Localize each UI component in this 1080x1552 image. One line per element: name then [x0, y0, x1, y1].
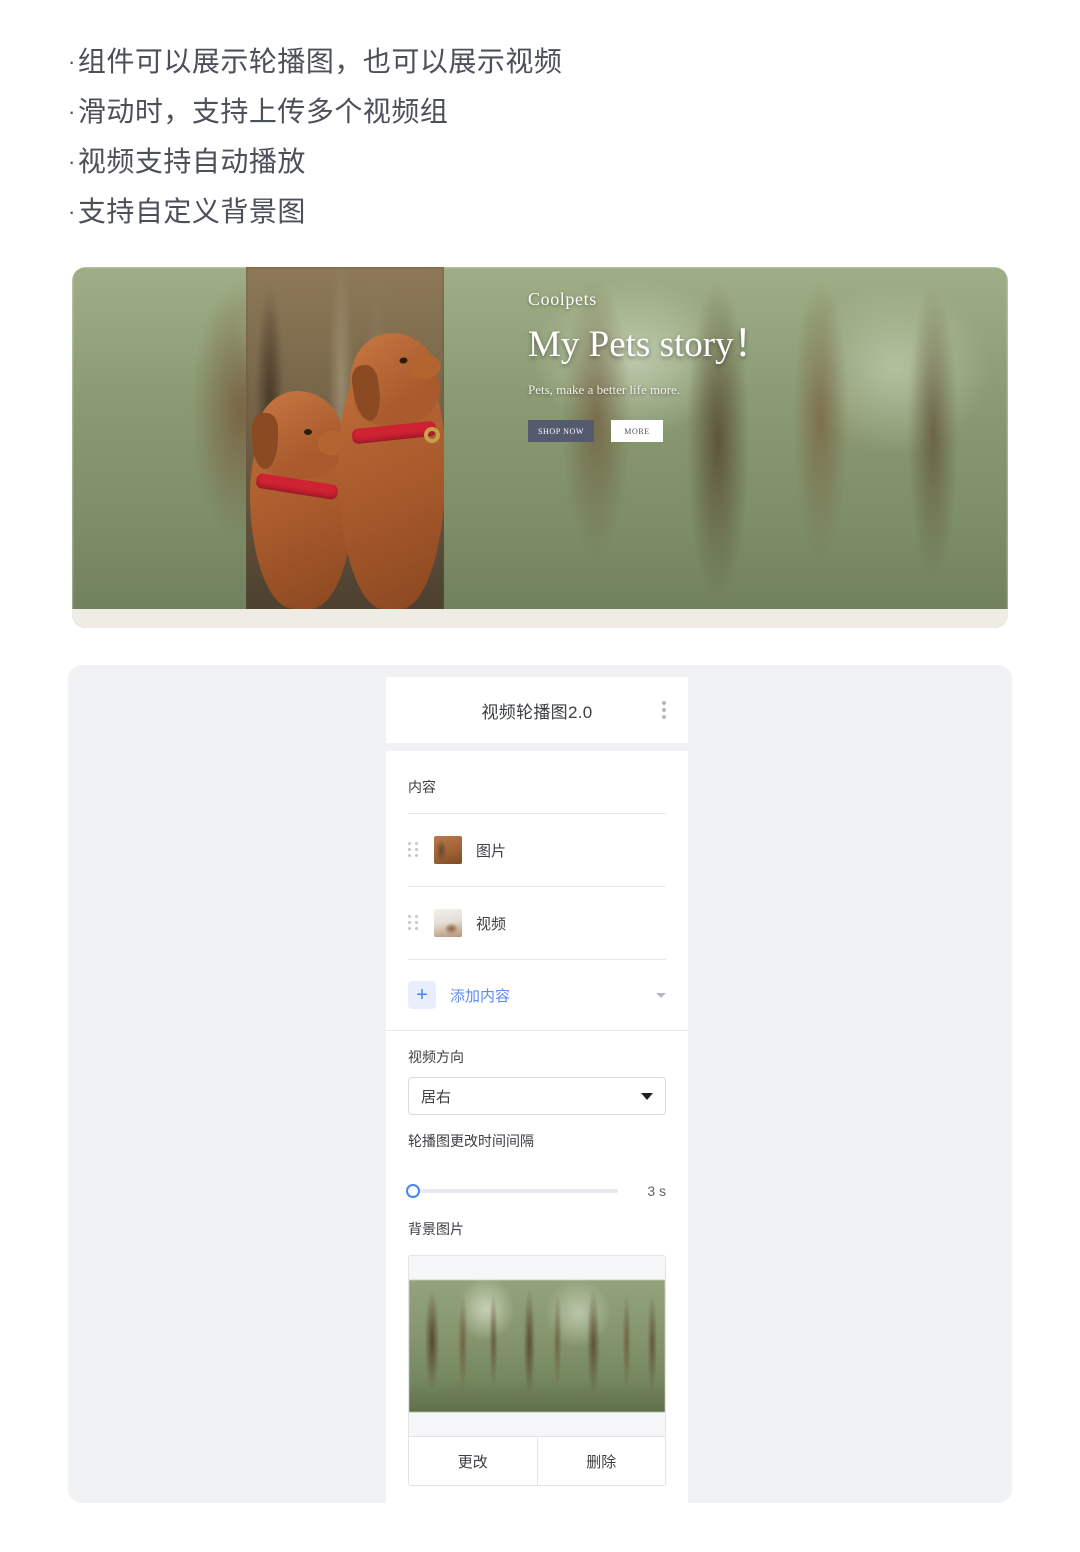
kebab-dot: [662, 701, 666, 705]
background-image-actions: 更改 删除: [409, 1436, 665, 1485]
chevron-down-icon[interactable]: [656, 992, 666, 998]
content-item-label: 图片: [476, 842, 507, 860]
content-thumbnail-image: [434, 836, 462, 864]
background-image-preview: [409, 1256, 665, 1436]
panel-header-card: 视频轮播图2.0: [386, 677, 688, 743]
list-item: · 组件可以展示轮播图，也可以展示视频: [68, 38, 968, 88]
forest-preview-image: [409, 1280, 665, 1412]
video-direction-value: 居右: [421, 1088, 452, 1106]
background-image-label: 背景图片: [408, 1221, 464, 1237]
dog-eye: [399, 356, 408, 365]
content-item-label: 视频: [476, 915, 507, 933]
add-content-button[interactable]: + 添加内容: [386, 960, 688, 1030]
drag-handle-icon[interactable]: [408, 915, 420, 931]
dog-large: [338, 327, 444, 609]
delete-button[interactable]: 删除: [536, 1437, 666, 1485]
change-button[interactable]: 更改: [409, 1437, 537, 1485]
video-direction-select[interactable]: 居右: [408, 1077, 666, 1115]
slider-thumb-handle[interactable]: [406, 1184, 420, 1198]
kebab-menu-icon[interactable]: [658, 697, 670, 723]
kebab-dot: [662, 715, 666, 719]
settings-panel: 视频轮播图2.0 内容 图片 视频 + 添加内容 视频方向 居右 轮播图更改时间…: [386, 677, 688, 1504]
banner-bottom-strip: [72, 609, 1008, 628]
background-image-preview-card: 更改 删除: [408, 1255, 666, 1486]
shop-now-button[interactable]: SHOP NOW: [528, 420, 594, 442]
list-item: · 滑动时，支持上传多个视频组: [68, 88, 968, 138]
banner-brand: Coolpets: [528, 289, 597, 309]
list-item[interactable]: 图片: [386, 814, 688, 886]
content-thumbnail-video: [434, 909, 462, 937]
more-button[interactable]: MORE: [611, 420, 663, 442]
interval-label: 轮播图更改时间间隔: [408, 1133, 534, 1149]
bullet-text: 支持自定义背景图: [77, 196, 306, 227]
panel-header: 视频轮播图2.0: [386, 677, 688, 743]
banner-copy-block: Coolpets My Pets story！ Pets, make a bet…: [528, 289, 998, 442]
bullet-text: 组件可以展示轮播图，也可以展示视频: [77, 46, 563, 77]
hero-banner-preview: Coolpets My Pets story！ Pets, make a bet…: [72, 267, 1008, 628]
panel-gap: [386, 743, 688, 751]
banner-subtitle: Pets, make a better life more.: [528, 382, 680, 397]
kebab-dot: [662, 708, 666, 712]
dog-ear: [349, 363, 384, 423]
dog-head: [252, 391, 348, 479]
interval-field: 轮播图更改时间间隔 3 s: [386, 1115, 688, 1203]
dog-ear: [252, 413, 278, 469]
banner-dogs-photo: [246, 267, 444, 609]
bullet-marker-icon: ·: [68, 99, 76, 124]
add-content-label: 添加内容: [450, 987, 511, 1005]
page-title: 视频轮播图2.0: [481, 702, 593, 722]
content-section-label: 内容: [408, 779, 436, 795]
chevron-down-icon: [641, 1092, 653, 1100]
interval-slider-row: 3 s: [406, 1161, 666, 1203]
panel-body-card: 内容 图片 视频 + 添加内容 视频方向 居右 轮播图更改时间间隔 3 s 背景…: [386, 751, 688, 1504]
banner-cta-group: SHOP NOW MORE: [528, 420, 998, 442]
bullet-marker-icon: ·: [68, 199, 76, 224]
settings-panel-container: 视频轮播图2.0 内容 图片 视频 + 添加内容 视频方向 居右 轮播图更改时间…: [68, 665, 1012, 1504]
bullet-marker-icon: ·: [68, 49, 76, 74]
drag-handle-icon[interactable]: [408, 842, 420, 858]
background-image-field: 背景图片 更改 删除: [386, 1203, 688, 1486]
feature-bullet-list: · 组件可以展示轮播图，也可以展示视频 · 滑动时，支持上传多个视频组 · 视频…: [68, 38, 968, 238]
interval-value: 3 s: [647, 1183, 666, 1199]
collar-ring-icon: [424, 427, 440, 443]
video-direction-field: 视频方向 居右: [386, 1031, 688, 1115]
bullet-marker-icon: ·: [68, 149, 76, 174]
plus-icon: +: [408, 981, 436, 1009]
bullet-text: 视频支持自动播放: [77, 146, 306, 177]
dog-small: [250, 391, 354, 609]
interval-slider[interactable]: [406, 1184, 618, 1198]
bullet-text: 滑动时，支持上传多个视频组: [77, 96, 449, 127]
panel-bottom-padding: [386, 1486, 688, 1504]
banner-title: My Pets story！: [528, 324, 771, 365]
list-item: · 视频支持自动播放: [68, 138, 968, 188]
video-direction-label: 视频方向: [408, 1049, 464, 1065]
dog-eye: [304, 429, 312, 435]
list-item[interactable]: 视频: [386, 887, 688, 959]
list-item: · 支持自定义背景图: [68, 188, 968, 238]
